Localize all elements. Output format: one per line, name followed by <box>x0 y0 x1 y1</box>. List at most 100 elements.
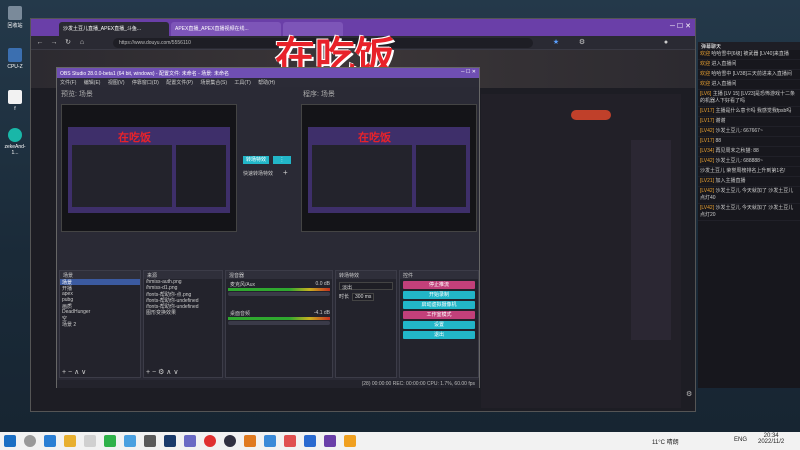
app-icon[interactable] <box>84 435 96 447</box>
volume-slider[interactable] <box>228 321 330 325</box>
start-virtual-camera-button[interactable]: 启动虚拟摄像机 <box>403 301 475 309</box>
chat-user[interactable]: [LV17] <box>700 138 714 144</box>
star-icon[interactable]: ★ <box>551 38 561 48</box>
settings-button[interactable]: 设置 <box>403 321 475 329</box>
menu-file[interactable]: 文件(F) <box>60 80 76 86</box>
transition-duration: 时长 300 ms <box>339 293 393 301</box>
app-icon[interactable] <box>144 435 156 447</box>
scenes-dock: 场景 场景 开播 apex pubg 画质 DeadHunger 空 场景 2 … <box>59 270 141 378</box>
desktop-icon-cpuz[interactable]: CPU-Z <box>2 48 28 70</box>
app-icon <box>8 128 22 142</box>
exit-button[interactable]: 退出 <box>403 331 475 339</box>
chat-user[interactable]: 欢迎 <box>700 71 710 77</box>
file-icon <box>8 90 22 104</box>
obs-icon[interactable] <box>224 435 236 447</box>
extensions-icon[interactable]: ⚙ <box>577 38 587 48</box>
mixer-channel: 麦克风/Aux 0.0 dB <box>226 279 332 298</box>
start-recording-button[interactable]: 开始录制 <box>403 291 475 299</box>
transition-select[interactable]: 淡出 <box>339 282 393 291</box>
edge-icon[interactable] <box>44 435 56 447</box>
menu-view[interactable]: 视图(V) <box>108 80 125 86</box>
chat-text: 进入直播间 <box>711 61 737 67</box>
program-chat <box>416 145 466 207</box>
mixer-channel: 桌面音频 -4.1 dB <box>226 308 332 327</box>
desktop-icon-label: f <box>14 106 16 112</box>
browser-tab[interactable]: 沙发土豆儿直播_APEX直播_斗鱼... <box>59 22 169 36</box>
wechat-icon[interactable] <box>104 435 116 447</box>
chat-user[interactable]: [LV42] <box>700 128 714 134</box>
transition-button[interactable]: 转场特效 <box>243 156 269 164</box>
menu-scene-collection[interactable]: 场景集合(S) <box>200 80 227 86</box>
chat-user[interactable]: 欢迎 <box>700 81 710 87</box>
scene-toolbar[interactable]: + − ∧ ∨ <box>62 368 86 376</box>
steam-icon[interactable] <box>164 435 176 447</box>
chat-user[interactable]: [LV42] <box>700 205 714 211</box>
obs-window: OBS Studio 28.0.0-beta1 (64 bit, windows… <box>56 67 480 388</box>
app-icon[interactable] <box>324 435 336 447</box>
menu-tools[interactable]: 工具(T) <box>234 80 250 86</box>
language[interactable]: ENG <box>734 437 747 443</box>
chat-text: 哈哈雪中 [LV38]三天前进来入直播间 <box>711 71 792 77</box>
menu-docks[interactable]: 停靠窗口(D) <box>132 80 159 86</box>
chat-user[interactable]: [LV42] <box>700 158 714 164</box>
file-explorer-icon[interactable] <box>64 435 76 447</box>
transitions-dock-title: 转场特效 <box>336 271 396 279</box>
avatar[interactable]: ● <box>661 38 671 48</box>
source-toolbar[interactable]: + − ⚙ ∧ ∨ <box>146 368 178 376</box>
app-icon[interactable] <box>284 435 296 447</box>
app-icon[interactable] <box>184 435 196 447</box>
chat-text: 主播 [LV 15] [LV23]是恐怖游戏十二条的机器人下好看了吗 <box>700 91 796 104</box>
app-icon[interactable] <box>304 435 316 447</box>
home-icon[interactable]: ⌂ <box>77 38 87 48</box>
obs-status-bar: (28) 00:00:00 REC: 00:00:00 CPU: 1.7%, 6… <box>57 380 479 388</box>
forward-icon[interactable]: → <box>49 38 59 48</box>
obs-window-controls[interactable]: ─ ☐ ✕ <box>461 69 476 75</box>
chat-user[interactable]: [LV6] <box>700 91 711 97</box>
desktop-icon-file[interactable]: f <box>2 90 28 112</box>
source-item[interactable]: 图形变换效果 <box>144 309 222 315</box>
volume-slider[interactable] <box>228 292 330 296</box>
scene-item[interactable]: 场景 2 <box>60 321 140 327</box>
chat-user[interactable]: [LV17] <box>700 118 714 124</box>
chat-user[interactable]: 欢迎 <box>700 61 710 67</box>
app-icon[interactable] <box>204 435 216 447</box>
chat-user[interactable]: [LV17] <box>700 108 714 114</box>
refresh-icon[interactable]: ↻ <box>63 38 73 48</box>
chat-text: 主播是什么意卡吗 我感觉我fpsb吗 <box>715 108 792 114</box>
menu-help[interactable]: 帮助(H) <box>258 80 275 86</box>
desktop-icon-app[interactable]: zekeAnd-1... <box>2 128 28 156</box>
chat-message: [LV42] 沙发土豆儿: 688888~ <box>698 157 800 167</box>
menu-edit[interactable]: 编辑(E) <box>84 80 101 86</box>
obs-title-bar: OBS Studio 28.0.0-beta1 (64 bit, windows… <box>57 68 479 78</box>
app-icon[interactable] <box>264 435 276 447</box>
chat-user[interactable]: [LV21] <box>700 178 714 184</box>
chat-user[interactable]: [LV42] <box>700 188 714 194</box>
browser-tab[interactable]: APEX直播_APEX直播视频在线... <box>171 22 281 36</box>
chat-text: 谢谢 <box>715 118 726 124</box>
mixer-dock: 混音器 麦克风/Aux 0.0 dB 桌面音频 -4.1 dB <box>225 270 333 378</box>
weather[interactable]: 11°C 晴朗 <box>652 437 679 446</box>
chat-user[interactable]: [LV34] <box>700 148 714 154</box>
studio-mode-button[interactable]: 工作室模式 <box>403 311 475 319</box>
chat-text: 进入直播间 <box>711 81 737 87</box>
stop-streaming-button[interactable]: 停止推流 <box>403 281 475 289</box>
clock[interactable]: 20:34 2022/11/2 <box>758 433 784 445</box>
app-icon[interactable] <box>124 435 136 447</box>
program-overlay-text: 在吃饭 <box>358 132 391 144</box>
desktop-icon-recycle-bin[interactable]: 回收站 <box>2 6 28 29</box>
chat-user[interactable]: 欢迎 <box>700 51 710 57</box>
search-icon[interactable] <box>24 435 36 447</box>
start-icon[interactable] <box>4 435 16 447</box>
preview-canvas[interactable]: 在吃饭 <box>61 104 237 232</box>
app-icon[interactable] <box>344 435 356 447</box>
menu-profile[interactable]: 配置文件(P) <box>166 80 193 86</box>
app-icon[interactable] <box>244 435 256 447</box>
settings-icon[interactable]: ⚙ <box>686 390 694 398</box>
transition-duration-input[interactable]: 300 ms <box>352 293 375 301</box>
follow-button[interactable] <box>571 110 611 120</box>
transition-settings-button[interactable]: ⋮ <box>273 156 291 164</box>
back-icon[interactable]: ← <box>35 38 45 48</box>
window-controls[interactable]: ─ ☐ ✕ <box>670 22 691 30</box>
add-quick-transition-icon[interactable]: + <box>283 168 288 177</box>
quick-transition-label: 快速转场特效 <box>243 171 274 177</box>
